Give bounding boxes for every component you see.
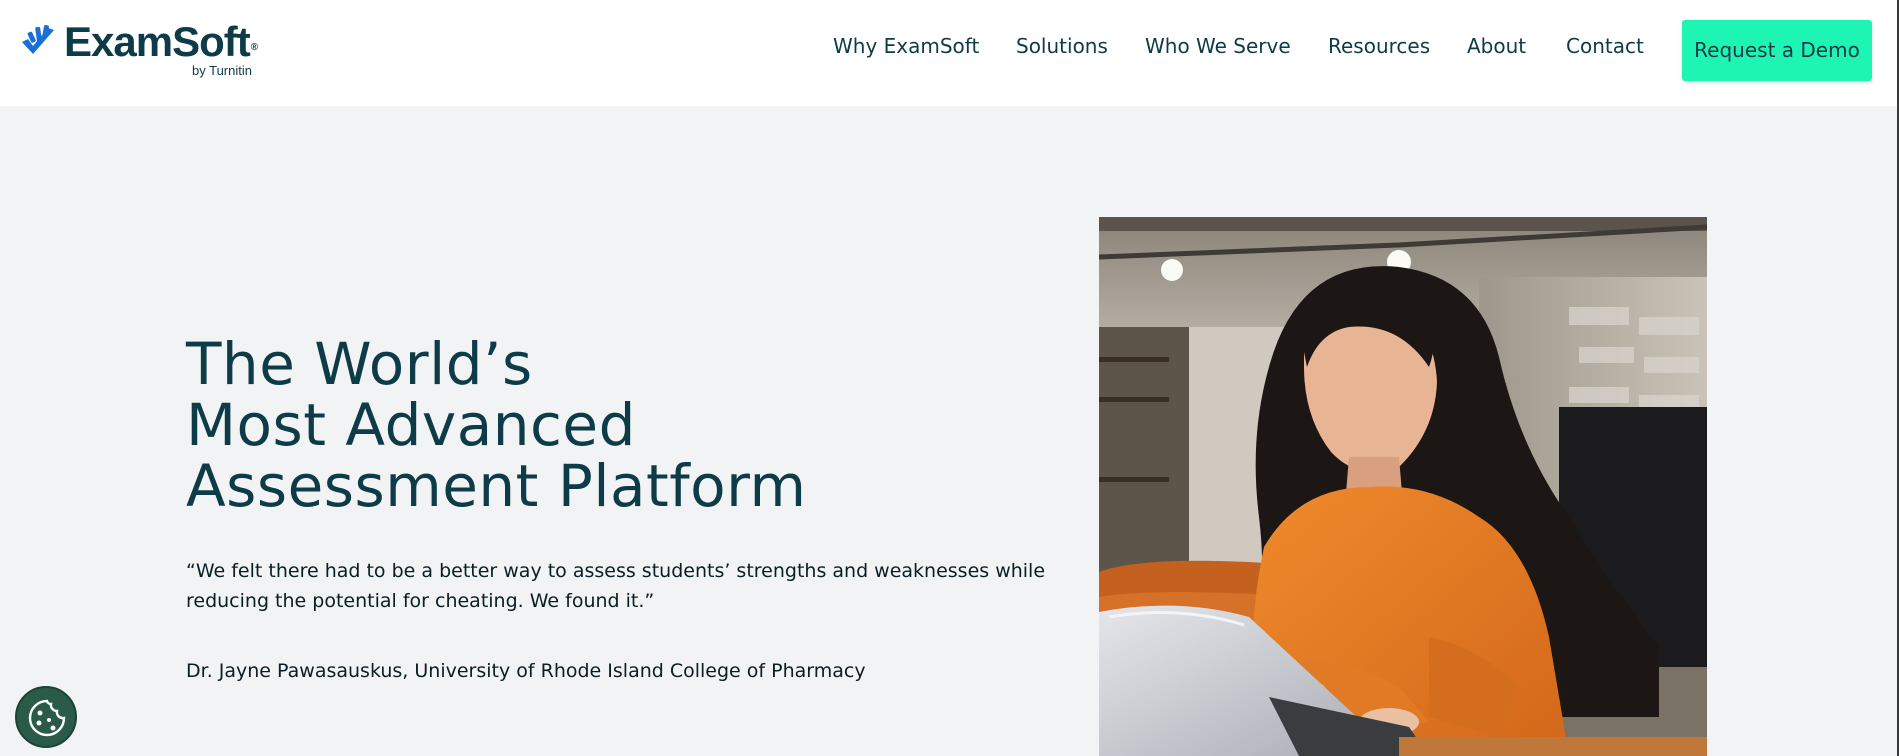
registered-mark: ® (250, 42, 258, 53)
nav-item-resources[interactable]: Resources (1328, 34, 1430, 58)
logo-tagline: by Turnitin (192, 63, 252, 78)
nav-item-why-examsoft[interactable]: Why ExamSoft (833, 34, 979, 58)
nav-item-about[interactable]: About (1467, 34, 1526, 58)
cookie-icon (28, 699, 66, 737)
examsoft-logo[interactable]: ExamSoft® by Turnitin (20, 18, 270, 82)
testimonial-quote: “We felt there had to be a better way to… (186, 560, 1046, 612)
hero-title-line-2: Most Advanced (186, 391, 636, 459)
hero-photo (1099, 217, 1707, 756)
woman-in-orange-sweater-using-laptop-photo (1099, 217, 1707, 756)
nav-item-contact[interactable]: Contact (1566, 34, 1644, 58)
site-header: ExamSoft® by Turnitin Why ExamSoft Solut… (0, 0, 1899, 106)
nav-item-who-we-serve[interactable]: Who We Serve (1145, 34, 1291, 58)
hero-title: The World’s Most Advanced Assessment Pla… (186, 334, 1066, 517)
logo-wordmark: ExamSoft® (64, 18, 258, 65)
nav-item-solutions[interactable]: Solutions (1016, 34, 1108, 58)
hero-title-line-1: The World’s (186, 330, 533, 398)
examsoft-hand-icon (22, 24, 54, 54)
request-demo-button[interactable]: Request a Demo (1682, 20, 1872, 81)
cookie-settings-button[interactable] (15, 686, 77, 748)
hero-title-line-3: Assessment Platform (186, 452, 807, 520)
testimonial-attribution: Dr. Jayne Pawasauskus, University of Rho… (186, 660, 866, 682)
